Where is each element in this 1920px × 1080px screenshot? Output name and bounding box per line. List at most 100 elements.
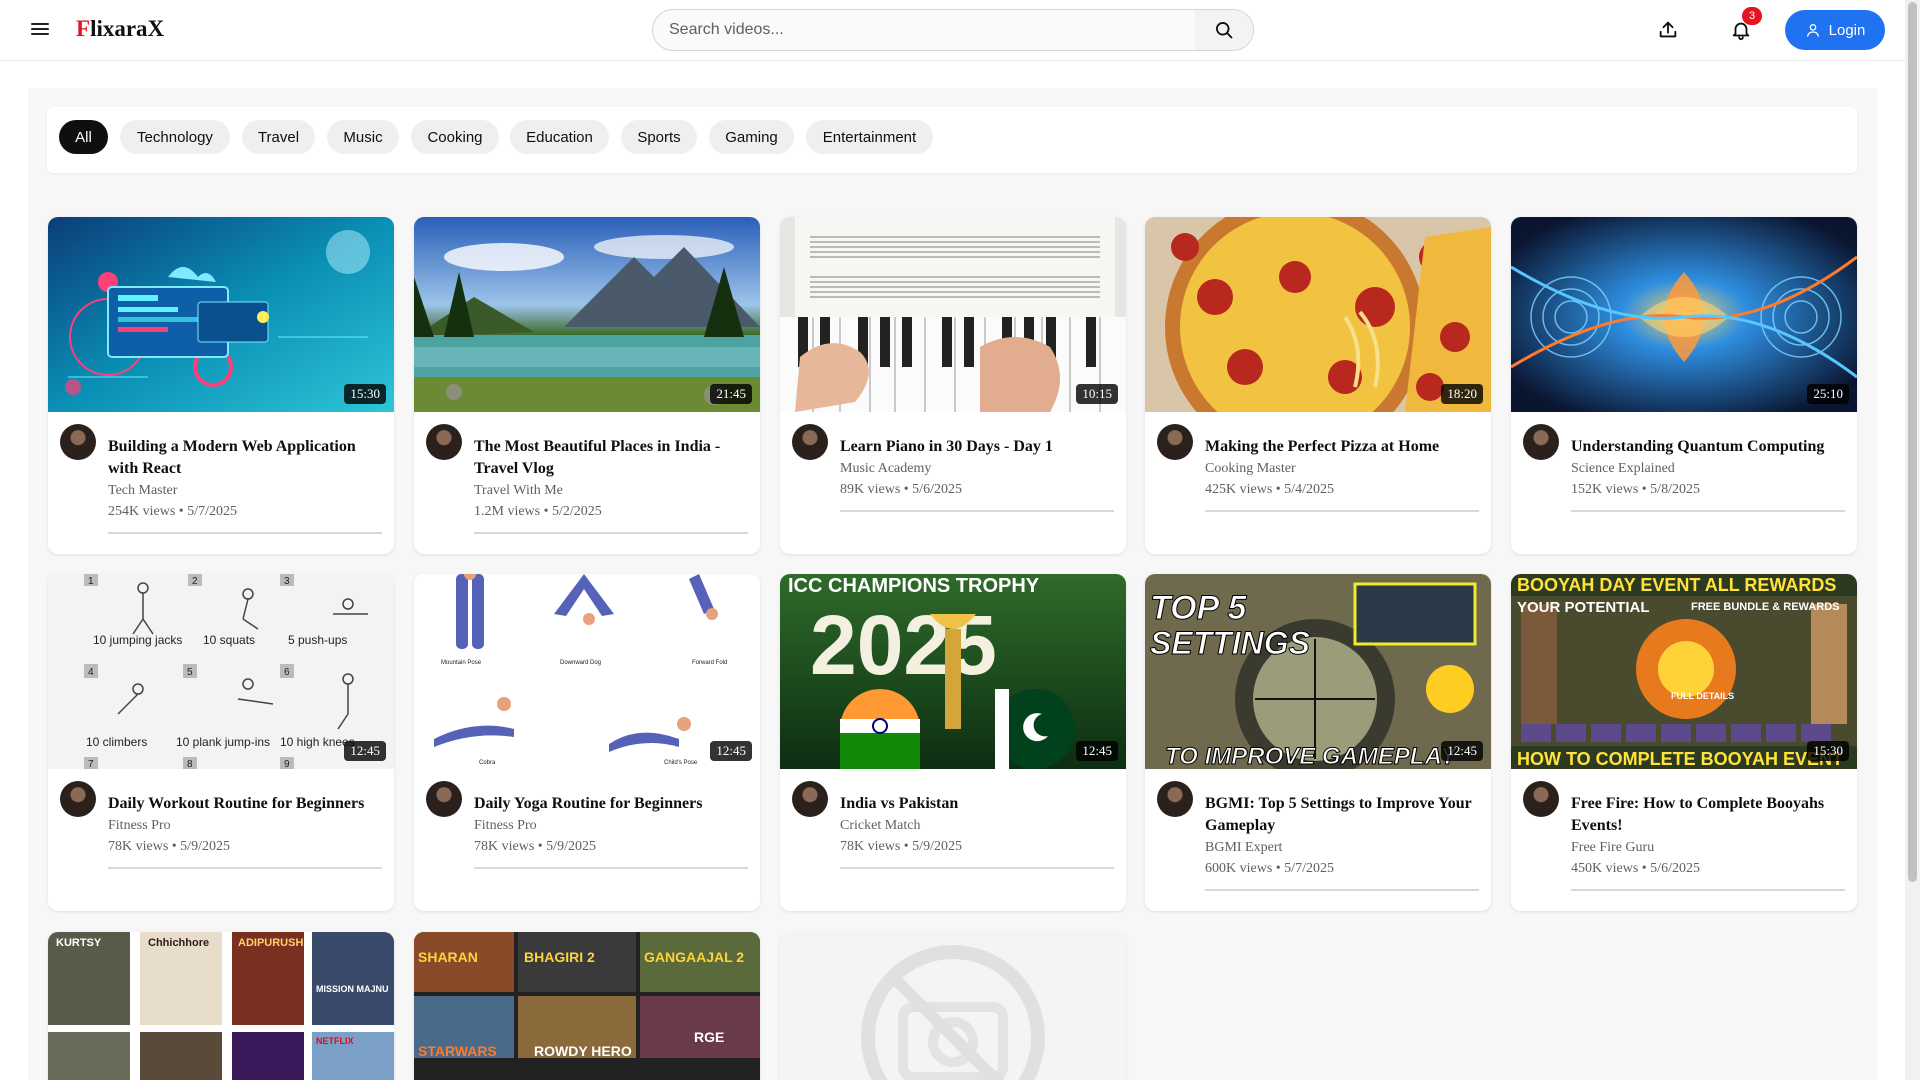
channel-name[interactable]: Cooking Master — [1205, 458, 1479, 479]
channel-name[interactable]: Music Academy — [840, 458, 1114, 479]
yoga-thumbnail-art: Mountain Pose Downward Dog Forward Fold … — [414, 574, 760, 769]
chip-technology[interactable]: Technology — [120, 120, 230, 154]
channel-avatar[interactable] — [60, 424, 96, 460]
video-stats: 78K views • 5/9/2025 — [840, 839, 962, 854]
svg-text:ADIPURUSH: ADIPURUSH — [238, 937, 303, 949]
channel-avatar[interactable] — [426, 424, 462, 460]
video-card[interactable]: ICC CHAMPIONS TROPHY 2025 12:45 India vs… — [780, 574, 1126, 911]
scrollbar-thumb[interactable] — [1908, 2, 1917, 882]
svg-text:HOW TO COMPLETE BOOYAH EVENT: HOW TO COMPLETE BOOYAH EVENT — [1517, 749, 1843, 769]
video-duration: 10:15 — [1076, 384, 1118, 404]
channel-avatar[interactable] — [1157, 424, 1193, 460]
channel-avatar[interactable] — [60, 781, 96, 817]
video-card[interactable] — [780, 932, 1126, 1080]
svg-text:10 climbers: 10 climbers — [86, 735, 147, 749]
channel-name[interactable]: Fitness Pro — [108, 815, 382, 836]
channel-name[interactable]: Cricket Match — [840, 815, 1114, 836]
video-thumbnail[interactable]: ICC CHAMPIONS TROPHY 2025 12:45 — [780, 574, 1126, 769]
channel-avatar[interactable] — [792, 424, 828, 460]
video-title[interactable]: Daily Workout Routine for Beginners — [108, 781, 382, 815]
video-card[interactable]: 25:10 Understanding Quantum Computing Sc… — [1511, 217, 1857, 554]
video-card[interactable]: 1 2 3 10 jumping jacks 10 squats 5 push-… — [48, 574, 394, 911]
video-thumbnail[interactable]: TOP 5 SETTINGS TO IMPROVE GAMEPLAY 12:45 — [1145, 574, 1491, 769]
divider — [474, 867, 748, 869]
video-stats: 152K views • 5/8/2025 — [1571, 482, 1700, 497]
video-title[interactable]: Understanding Quantum Computing — [1571, 424, 1845, 458]
page-scrollbar[interactable] — [1905, 0, 1920, 1080]
channel-name[interactable]: Free Fire Guru — [1571, 837, 1845, 858]
site-logo[interactable]: FlixaraX — [76, 16, 164, 42]
channel-name[interactable]: Science Explained — [1571, 458, 1845, 479]
travel-thumbnail-art — [414, 217, 760, 412]
video-card[interactable]: BOOYAH DAY EVENT ALL REWARDS YOUR POTENT… — [1511, 574, 1857, 911]
video-duration: 12:45 — [710, 741, 752, 761]
channel-avatar[interactable] — [426, 781, 462, 817]
video-info: Learn Piano in 30 Days - Day 1 Music Aca… — [780, 412, 1126, 512]
video-card[interactable]: KURTSY Chhichhore ADIPURUSH MISSION MAJN… — [48, 932, 394, 1080]
chip-education[interactable]: Education — [510, 120, 609, 154]
divider — [1205, 889, 1479, 891]
video-title[interactable]: BGMI: Top 5 Settings to Improve Your Gam… — [1205, 781, 1479, 837]
chip-sports[interactable]: Sports — [621, 120, 697, 154]
video-title[interactable]: Making the Perfect Pizza at Home — [1205, 424, 1479, 458]
video-thumbnail[interactable]: 25:10 — [1511, 217, 1857, 412]
video-card[interactable]: Mountain Pose Downward Dog Forward Fold … — [414, 574, 760, 911]
video-info: Building a Modern Web Application with R… — [48, 412, 394, 534]
svg-text:1: 1 — [88, 576, 94, 587]
video-duration: 21:45 — [710, 384, 752, 404]
video-card[interactable]: 10:15 Learn Piano in 30 Days - Day 1 Mus… — [780, 217, 1126, 554]
upload-button[interactable] — [1655, 17, 1681, 43]
chip-all[interactable]: All — [59, 120, 108, 154]
video-title[interactable]: Daily Yoga Routine for Beginners — [474, 781, 748, 815]
chip-gaming[interactable]: Gaming — [709, 120, 794, 154]
channel-name[interactable]: Tech Master — [108, 480, 382, 501]
video-title[interactable]: The Most Beautiful Places in India - Tra… — [474, 424, 748, 480]
video-card[interactable]: 18:20 Making the Perfect Pizza at Home C… — [1145, 217, 1491, 554]
video-stats: 450K views • 5/6/2025 — [1571, 861, 1700, 876]
video-title[interactable]: Free Fire: How to Complete Booyahs Event… — [1571, 781, 1845, 837]
video-duration: 12:45 — [344, 741, 386, 761]
divider — [108, 532, 382, 534]
chip-music[interactable]: Music — [327, 120, 399, 154]
video-card[interactable]: TOP 5 SETTINGS TO IMPROVE GAMEPLAY 12:45… — [1145, 574, 1491, 911]
freefire-thumbnail-art: BOOYAH DAY EVENT ALL REWARDS YOUR POTENT… — [1511, 574, 1857, 769]
video-thumbnail[interactable]: SHARAN BHAGIRI 2 GANGAAJAL 2 STARWARS RO… — [414, 932, 760, 1080]
channel-avatar[interactable] — [792, 781, 828, 817]
video-thumbnail[interactable] — [780, 932, 1126, 1080]
search-button[interactable] — [1195, 10, 1253, 50]
menu-icon[interactable] — [28, 18, 52, 42]
video-thumbnail[interactable]: 1 2 3 10 jumping jacks 10 squats 5 push-… — [48, 574, 394, 769]
video-title[interactable]: Building a Modern Web Application with R… — [108, 424, 382, 480]
video-thumbnail[interactable]: 21:45 — [414, 217, 760, 412]
login-button[interactable]: Login — [1785, 10, 1885, 50]
svg-text:5: 5 — [187, 667, 193, 678]
channel-avatar[interactable] — [1157, 781, 1193, 817]
channel-avatar[interactable] — [1523, 424, 1559, 460]
video-thumbnail[interactable]: KURTSY Chhichhore ADIPURUSH MISSION MAJN… — [48, 932, 394, 1080]
chip-entertainment[interactable]: Entertainment — [806, 120, 933, 154]
channel-name[interactable]: Fitness Pro — [474, 815, 748, 836]
chip-travel[interactable]: Travel — [242, 120, 315, 154]
channel-name[interactable]: BGMI Expert — [1205, 837, 1479, 858]
channel-avatar[interactable] — [1523, 781, 1559, 817]
video-stats: 89K views • 5/6/2025 — [840, 482, 962, 497]
video-title[interactable]: India vs Pakistan — [840, 781, 1114, 815]
video-thumbnail[interactable]: 10:15 — [780, 217, 1126, 412]
video-card[interactable]: 15:30 Building a Modern Web Application … — [48, 217, 394, 554]
video-thumbnail[interactable]: 18:20 — [1145, 217, 1491, 412]
search-input[interactable] — [653, 10, 1193, 50]
video-card[interactable]: 21:45 The Most Beautiful Places in India… — [414, 217, 760, 554]
video-thumbnail[interactable]: Mountain Pose Downward Dog Forward Fold … — [414, 574, 760, 769]
video-thumbnail[interactable]: 15:30 — [48, 217, 394, 412]
video-title[interactable]: Learn Piano in 30 Days - Day 1 — [840, 424, 1114, 458]
svg-text:2: 2 — [192, 576, 198, 587]
chip-cooking[interactable]: Cooking — [411, 120, 499, 154]
video-info: India vs Pakistan Cricket Match 78K view… — [780, 769, 1126, 869]
svg-text:GANGAAJAL 2: GANGAAJAL 2 — [644, 949, 744, 965]
placeholder-image-icon — [780, 932, 1126, 1080]
svg-text:ROWDY HERO: ROWDY HERO — [534, 1043, 632, 1059]
video-thumbnail[interactable]: BOOYAH DAY EVENT ALL REWARDS YOUR POTENT… — [1511, 574, 1857, 769]
svg-text:Downward Dog: Downward Dog — [560, 660, 601, 666]
channel-name[interactable]: Travel With Me — [474, 480, 748, 501]
video-card[interactable]: SHARAN BHAGIRI 2 GANGAAJAL 2 STARWARS RO… — [414, 932, 760, 1080]
